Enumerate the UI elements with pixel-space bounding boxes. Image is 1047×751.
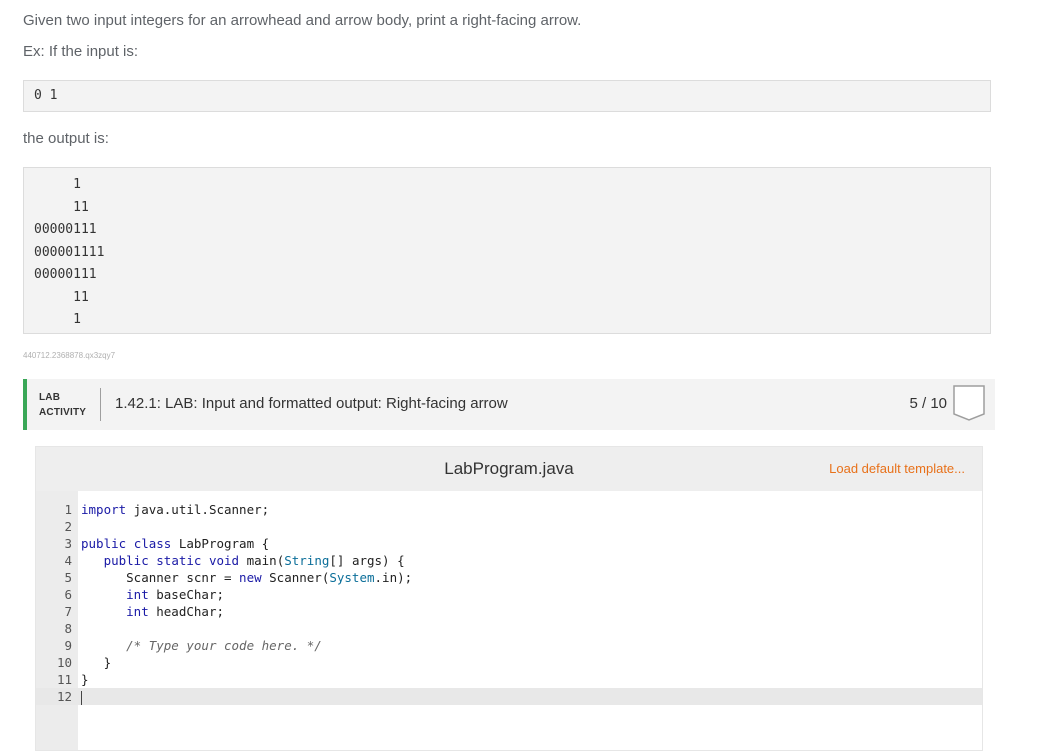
code-text[interactable]: public static void main(String[] args) { — [81, 552, 405, 569]
lab-activity-header: LAB ACTIVITY 1.42.1: LAB: Input and form… — [23, 379, 995, 430]
code-line[interactable]: 6 int baseChar; — [36, 586, 982, 603]
code-text[interactable]: Scanner scnr = new Scanner(System.in); — [81, 569, 412, 586]
line-number: 7 — [64, 604, 72, 619]
code-line[interactable]: 5 Scanner scnr = new Scanner(System.in); — [36, 569, 982, 586]
code-text[interactable]: } — [81, 654, 112, 671]
example-input-text: 0 1 — [34, 88, 58, 103]
code-line[interactable]: 11} — [36, 671, 982, 688]
line-number: 11 — [56, 672, 72, 687]
example-output-box: 1 11 00000111 000001111 00000111 11 1 — [23, 167, 991, 334]
code-line[interactable]: 2 — [36, 518, 982, 535]
line-number: 6 — [64, 587, 72, 602]
example-input-box: 0 1 — [23, 80, 991, 112]
code-line[interactable]: 10 } — [36, 654, 982, 671]
line-number: 4 — [64, 553, 72, 568]
line-number: 12 — [56, 689, 72, 704]
problem-description: Given two input integers for an arrowhea… — [23, 11, 1003, 31]
line-number: 1 — [64, 502, 72, 517]
load-default-template-link[interactable]: Load default template... — [829, 461, 965, 476]
line-number: 5 — [64, 570, 72, 585]
line-number: 8 — [64, 621, 72, 636]
code-line[interactable]: 12 — [36, 688, 982, 705]
example-label: Ex: If the input is: — [23, 43, 139, 60]
code-text[interactable]: int headChar; — [81, 603, 224, 620]
line-number: 2 — [64, 519, 72, 534]
code-text[interactable]: public class LabProgram { — [81, 535, 269, 552]
reference-id: 440712.2368878.qx3zqy7 — [23, 351, 116, 360]
code-lines[interactable]: 1 import java.util.Scanner; 2 3 public class… — [36, 501, 982, 705]
lab-tag-line1: LAB — [39, 392, 61, 403]
text-cursor — [81, 690, 82, 705]
code-line[interactable]: 7 int headChar; — [36, 603, 982, 620]
lab-score: 5 / 10 — [909, 395, 947, 412]
editor-header: LabProgram.java Load default template... — [36, 447, 982, 491]
line-number: 3 — [64, 536, 72, 551]
code-text[interactable]: int baseChar; — [81, 586, 224, 603]
lab-activity-tag: LAB ACTIVITY — [39, 390, 86, 420]
code-line[interactable]: 4 public static void main(String[] args)… — [36, 552, 982, 569]
description-text: Given two input integers for an arrowhea… — [23, 12, 582, 29]
code-line[interactable]: 1 import java.util.Scanner; — [36, 501, 982, 518]
code-text[interactable]: /* Type your code here. */ — [81, 637, 322, 654]
lab-title: 1.42.1: LAB: Input and formatted output:… — [115, 395, 508, 412]
lab-tag-line2: ACTIVITY — [39, 407, 87, 418]
output-label: the output is: — [23, 130, 109, 147]
line-number: 9 — [64, 638, 72, 653]
code-line[interactable]: 8 — [36, 620, 982, 637]
code-text[interactable]: import java.util.Scanner; — [81, 501, 269, 518]
code-text[interactable]: } — [81, 671, 89, 688]
header-divider — [100, 388, 101, 421]
score-badge-icon — [952, 384, 986, 427]
line-number: 10 — [56, 655, 72, 670]
code-line[interactable]: 3 public class LabProgram { — [36, 535, 982, 552]
example-output-text: 1 11 00000111 000001111 00000111 11 1 — [34, 177, 105, 327]
code-line[interactable]: 9 /* Type your code here. */ — [36, 637, 982, 654]
code-editor[interactable]: LabProgram.java Load default template...… — [35, 446, 983, 751]
code-text[interactable] — [81, 688, 82, 705]
